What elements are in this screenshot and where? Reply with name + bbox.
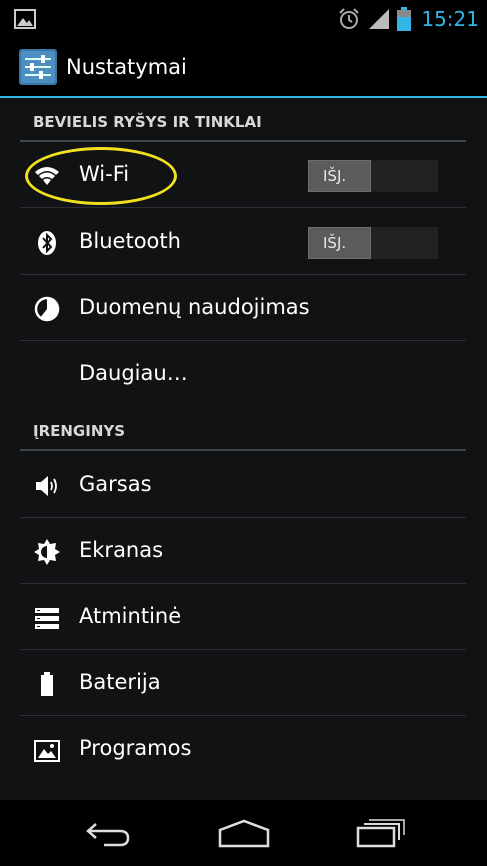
battery-icon <box>397 7 412 31</box>
page-title: Nustatymai <box>66 55 187 79</box>
settings-icon[interactable] <box>19 49 57 85</box>
settings-item-sound[interactable]: Garsas <box>20 452 466 518</box>
signal-icon <box>369 9 390 29</box>
status-time: 15:21 <box>421 7 479 31</box>
settings-item-apps[interactable]: Programos <box>20 716 466 782</box>
settings-item-battery[interactable]: Baterija <box>20 650 466 716</box>
settings-item-display[interactable]: Ekranas <box>20 518 466 584</box>
apps-icon <box>34 740 60 762</box>
navigation-bar <box>0 800 487 866</box>
bluetooth-icon <box>38 231 56 255</box>
wifi-toggle[interactable]: IŠJ. <box>308 160 438 192</box>
settings-item-data-usage[interactable]: Duomenų naudojimas <box>20 275 466 341</box>
settings-item-label: Baterija <box>79 670 161 694</box>
data-usage-icon <box>34 296 60 322</box>
settings-item-label: Daugiau… <box>79 361 188 385</box>
settings-item-label: Ekranas <box>79 538 164 562</box>
settings-item-bluetooth[interactable]: Bluetooth IŠJ. <box>20 209 466 275</box>
settings-item-label: Duomenų naudojimas <box>79 295 310 319</box>
settings-item-label: Garsas <box>79 472 152 496</box>
storage-icon <box>35 608 59 629</box>
settings-item-wifi[interactable]: Wi-Fi IŠJ. <box>20 142 466 208</box>
wifi-icon <box>35 167 59 185</box>
gallery-notification-icon <box>14 9 36 29</box>
settings-item-label: Bluetooth <box>79 229 181 253</box>
bluetooth-toggle[interactable]: IŠJ. <box>308 227 438 259</box>
status-icons: 15:21 <box>337 5 479 33</box>
status-bar: 15:21 <box>0 0 487 37</box>
section-header-device: ĮRENGINYS <box>20 407 466 451</box>
speaker-icon <box>36 476 57 496</box>
alarm-icon <box>339 8 360 29</box>
battery-icon <box>41 672 53 696</box>
recent-apps-icon[interactable] <box>355 818 407 848</box>
settings-item-label: Atmintinė <box>79 604 182 628</box>
action-bar: Nustatymai <box>0 37 487 97</box>
settings-item-more[interactable]: Daugiau… <box>20 341 466 407</box>
settings-item-storage[interactable]: Atmintinė <box>20 584 466 650</box>
settings-list[interactable]: BEVIELIS RYŠYS IR TINKLAI Wi-Fi IŠJ. Blu… <box>0 98 487 800</box>
settings-item-label: Wi-Fi <box>79 162 130 186</box>
toggle-knob: IŠJ. <box>308 227 371 259</box>
settings-item-label: Programos <box>79 736 192 760</box>
section-header-wireless: BEVIELIS RYŠYS IR TINKLAI <box>20 98 466 142</box>
toggle-knob: IŠJ. <box>308 160 371 192</box>
brightness-icon <box>34 539 60 565</box>
home-icon[interactable] <box>218 818 270 848</box>
back-icon[interactable] <box>84 818 132 848</box>
